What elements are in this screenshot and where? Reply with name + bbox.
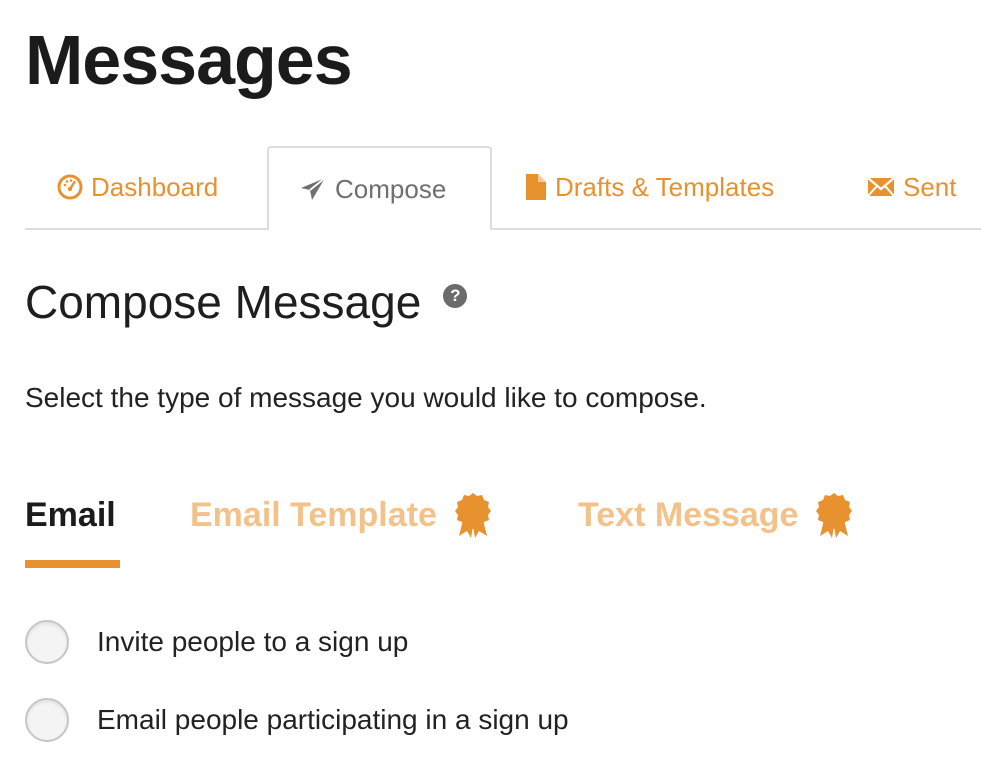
compose-instructions: Select the type of message you would lik… (25, 382, 707, 413)
tab-email-label: Email (25, 495, 116, 534)
message-type-tabs: Email Email Template Text Message (25, 490, 981, 570)
document-icon (525, 173, 547, 201)
tab-drafts-label: Drafts & Templates (555, 171, 775, 202)
active-tab-underline (25, 560, 120, 568)
dashboard-gauge-icon (57, 174, 83, 200)
premium-ribbon-icon (454, 492, 491, 538)
tab-drafts-templates[interactable]: Drafts & Templates (525, 146, 774, 228)
option-label: Email people participating in a sign up (97, 704, 569, 735)
option-email-participants[interactable]: Email people participating in a sign up (25, 698, 569, 742)
tab-compose-label: Compose (335, 173, 447, 204)
tab-dashboard[interactable]: Dashboard (57, 146, 218, 228)
radio-button[interactable] (25, 698, 69, 742)
question-circle-icon[interactable]: ? (443, 284, 468, 308)
tab-compose[interactable]: Compose (267, 146, 492, 230)
option-label: Invite people to a sign up (97, 626, 409, 657)
page-title: Messages (25, 21, 353, 99)
tab-sent-label: Sent (903, 171, 957, 202)
tab-sent[interactable]: Sent (867, 146, 957, 228)
tab-dashboard-label: Dashboard (91, 171, 219, 202)
tab-email[interactable]: Email (25, 490, 116, 540)
tab-email-template[interactable]: Email Template (190, 490, 491, 540)
paper-plane-icon (299, 176, 327, 202)
compose-heading-text: Compose Message (25, 276, 422, 328)
envelope-icon (867, 176, 895, 198)
option-invite-people[interactable]: Invite people to a sign up (25, 620, 408, 664)
radio-button[interactable] (25, 620, 69, 664)
tab-text-message-label: Text Message (578, 495, 799, 534)
nav-tabs: Dashboard Compose Drafts & Templates Sen… (25, 146, 981, 230)
tab-text-message[interactable]: Text Message (578, 490, 853, 540)
tab-email-template-label: Email Template (190, 495, 437, 534)
compose-heading: Compose Message ? (25, 274, 468, 330)
premium-ribbon-icon (816, 492, 853, 538)
